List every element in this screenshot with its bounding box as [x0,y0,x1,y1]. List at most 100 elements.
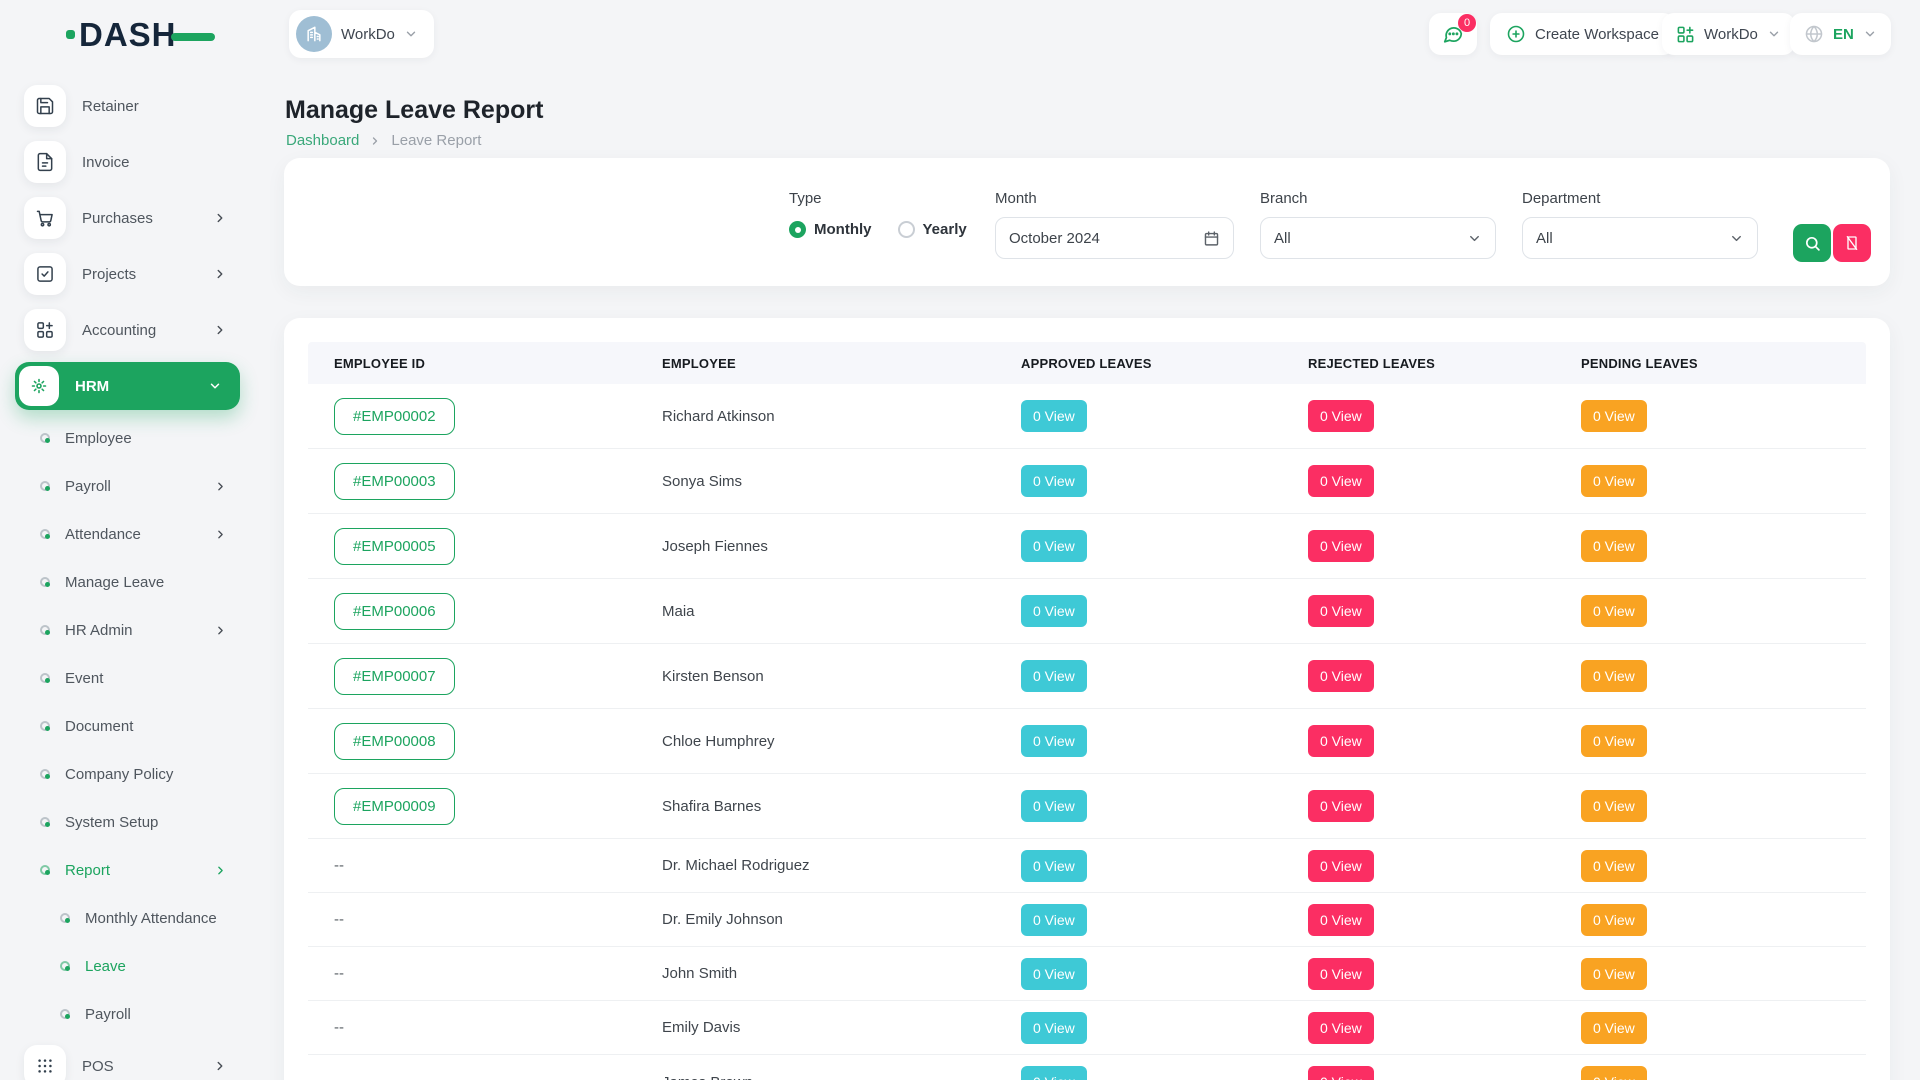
sidebar-item-manage-leave[interactable]: Manage Leave [0,558,255,606]
bullet-icon [60,961,70,971]
rejected-view-badge[interactable]: 0 View [1308,850,1374,882]
create-workspace-label: Create Workspace [1535,26,1659,43]
branch-label: Branch [1260,190,1496,207]
rejected-view-badge[interactable]: 0 View [1308,400,1374,432]
radio-monthly[interactable]: Monthly [789,221,872,238]
sidebar-item-company-policy[interactable]: Company Policy [0,750,255,798]
logo-bar [171,33,215,41]
dash-logo[interactable]: DASH [66,18,215,51]
search-button[interactable] [1793,224,1831,262]
pending-view-badge[interactable]: 0 View [1581,530,1647,562]
sidebar-item-pos[interactable]: POS [0,1038,255,1080]
sidebar-item-projects[interactable]: Projects [0,246,255,302]
employee-id-badge[interactable]: #EMP00008 [334,723,455,760]
radio-yearly[interactable]: Yearly [898,221,967,238]
rejected-view-badge[interactable]: 0 View [1308,660,1374,692]
col-approved-leaves: APPROVED LEAVES [1021,356,1308,371]
approved-view-badge[interactable]: 0 View [1021,660,1087,692]
filter-branch-group: Branch All [1260,190,1496,259]
rejected-view-badge[interactable]: 0 View [1308,790,1374,822]
chevron-down-icon [404,27,418,41]
rejected-view-badge[interactable]: 0 View [1308,1066,1374,1080]
sidebar-item-purchases[interactable]: Purchases [0,190,255,246]
messages-button[interactable]: 0 [1429,13,1477,55]
reset-button[interactable] [1833,224,1871,262]
pending-view-badge[interactable]: 0 View [1581,1066,1647,1080]
pending-view-badge[interactable]: 0 View [1581,465,1647,497]
radio-unchecked-icon[interactable] [898,221,915,238]
rejected-view-badge[interactable]: 0 View [1308,904,1374,936]
sidebar-item-monthly-attendance[interactable]: Monthly Attendance [0,894,255,942]
month-input[interactable]: October 2024 [995,217,1234,259]
sidebar-item-payroll-report[interactable]: Payroll [0,990,255,1038]
approved-view-badge[interactable]: 0 View [1021,725,1087,757]
grid-plus-icon [24,309,66,351]
sidebar-item-event[interactable]: Event [0,654,255,702]
rejected-view-badge[interactable]: 0 View [1308,958,1374,990]
employee-id-badge[interactable]: #EMP00007 [334,658,455,695]
approved-view-badge[interactable]: 0 View [1021,400,1087,432]
radio-checked-icon[interactable] [789,221,806,238]
employee-id-badge[interactable]: #EMP00003 [334,463,455,500]
employee-name: Chloe Humphrey [662,733,1021,750]
rejected-view-badge[interactable]: 0 View [1308,530,1374,562]
sidebar-item-invoice[interactable]: Invoice [0,134,255,190]
create-workspace-button[interactable]: Create Workspace [1490,13,1675,55]
sidebar-item-employee[interactable]: Employee [0,414,255,462]
branch-select[interactable]: All [1260,217,1496,259]
table-row: #EMP00002 Richard Atkinson 0 View 0 View… [308,384,1866,449]
employee-id-badge[interactable]: #EMP00006 [334,593,455,630]
workspace-selector[interactable]: WorkDo [289,10,434,58]
pending-view-badge[interactable]: 0 View [1581,595,1647,627]
radio-yearly-label: Yearly [923,221,967,238]
approved-view-badge[interactable]: 0 View [1021,530,1087,562]
sidebar-item-hrm[interactable]: HRM [15,362,240,410]
approved-view-badge[interactable]: 0 View [1021,1066,1087,1080]
employee-name: Dr. Michael Rodriguez [662,857,1021,874]
sidebar-item-accounting[interactable]: Accounting [0,302,255,358]
pending-view-badge[interactable]: 0 View [1581,400,1647,432]
sidebar-item-payroll[interactable]: Payroll [0,462,255,510]
pending-view-badge[interactable]: 0 View [1581,725,1647,757]
rejected-view-badge[interactable]: 0 View [1308,1012,1374,1044]
approved-view-badge[interactable]: 0 View [1021,595,1087,627]
pending-view-badge[interactable]: 0 View [1581,958,1647,990]
rejected-view-badge[interactable]: 0 View [1308,725,1374,757]
sidebar-item-report[interactable]: Report [0,846,255,894]
month-label: Month [995,190,1234,207]
pending-view-badge[interactable]: 0 View [1581,1012,1647,1044]
breadcrumb-dashboard-link[interactable]: Dashboard [286,132,359,149]
approved-view-badge[interactable]: 0 View [1021,1012,1087,1044]
filter-department-group: Department All [1522,190,1758,259]
bullet-icon [40,529,50,539]
department-select[interactable]: All [1522,217,1758,259]
employee-id-badge[interactable]: #EMP00002 [334,398,455,435]
employee-id-badge[interactable]: #EMP00009 [334,788,455,825]
sidebar-item-system-setup[interactable]: System Setup [0,798,255,846]
pending-view-badge[interactable]: 0 View [1581,904,1647,936]
col-employee-id: EMPLOYEE ID [334,356,662,371]
approved-view-badge[interactable]: 0 View [1021,904,1087,936]
breadcrumb: Dashboard Leave Report [286,132,481,149]
sidebar-item-attendance[interactable]: Attendance [0,510,255,558]
sidebar-item-document[interactable]: Document [0,702,255,750]
calendar-icon[interactable] [1203,230,1220,247]
pending-view-badge[interactable]: 0 View [1581,790,1647,822]
sidebar-item-label: Employee [65,430,132,447]
rejected-view-badge[interactable]: 0 View [1308,595,1374,627]
language-selector[interactable]: EN [1790,13,1891,55]
sidebar-item-label: Projects [82,266,136,283]
check-square-icon [24,253,66,295]
approved-view-badge[interactable]: 0 View [1021,790,1087,822]
sidebar-item-retainer[interactable]: Retainer [0,78,255,134]
sidebar-item-hr-admin[interactable]: HR Admin [0,606,255,654]
pending-view-badge[interactable]: 0 View [1581,660,1647,692]
approved-view-badge[interactable]: 0 View [1021,850,1087,882]
workdo-menu[interactable]: WorkDo [1662,13,1795,55]
pending-view-badge[interactable]: 0 View [1581,850,1647,882]
rejected-view-badge[interactable]: 0 View [1308,465,1374,497]
employee-id-badge[interactable]: #EMP00005 [334,528,455,565]
sidebar-item-leave[interactable]: Leave [0,942,255,990]
approved-view-badge[interactable]: 0 View [1021,465,1087,497]
approved-view-badge[interactable]: 0 View [1021,958,1087,990]
